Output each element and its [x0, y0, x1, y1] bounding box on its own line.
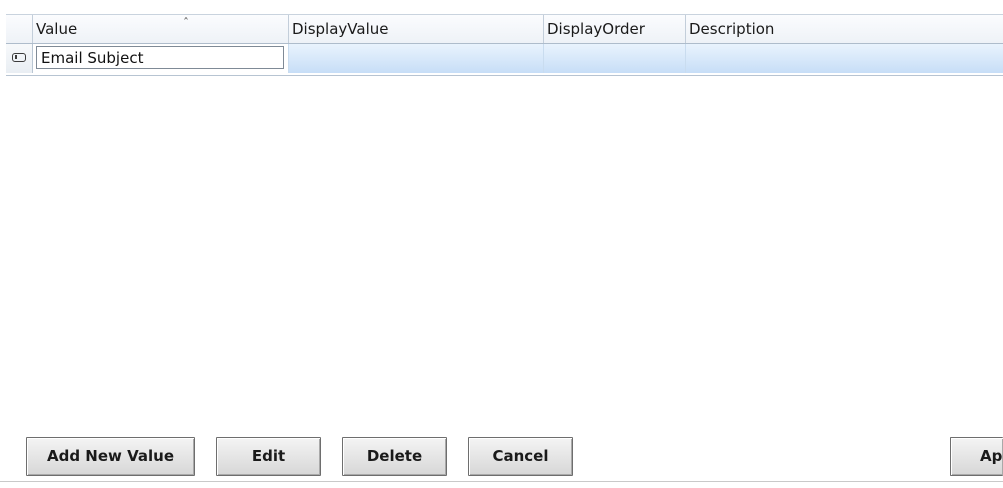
table-row[interactable] [6, 44, 1003, 73]
add-new-value-button[interactable]: Add New Value [26, 437, 195, 476]
cell-description[interactable] [686, 44, 1003, 73]
column-header-label: Value [36, 20, 78, 38]
column-header-description[interactable]: Description [686, 15, 1003, 43]
row-header[interactable] [6, 44, 33, 73]
values-grid: Value ˆ DisplayValue DisplayOrder Descri… [6, 14, 1003, 76]
cancel-button[interactable]: Cancel [468, 437, 573, 476]
column-header-label: DisplayValue [292, 20, 389, 38]
apply-button[interactable]: Ap [950, 437, 1003, 476]
column-header-label: Description [689, 20, 775, 38]
cell-displayorder[interactable] [544, 44, 686, 73]
bottom-divider [0, 481, 1003, 482]
value-cell-editor[interactable] [36, 46, 284, 69]
edit-button[interactable]: Edit [216, 437, 321, 476]
value-editor-page: Value ˆ DisplayValue DisplayOrder Descri… [0, 0, 1003, 488]
sort-ascending-icon: ˆ [183, 16, 189, 30]
row-editing-icon [12, 53, 26, 62]
cell-displayvalue[interactable] [289, 44, 544, 73]
column-header-displayorder[interactable]: DisplayOrder [544, 15, 686, 43]
column-header-value[interactable]: Value ˆ [33, 15, 289, 43]
header-corner [6, 15, 33, 43]
column-header-displayvalue[interactable]: DisplayValue [289, 15, 544, 43]
grid-header: Value ˆ DisplayValue DisplayOrder Descri… [6, 15, 1003, 44]
delete-button[interactable]: Delete [342, 437, 447, 476]
column-header-label: DisplayOrder [547, 20, 645, 38]
